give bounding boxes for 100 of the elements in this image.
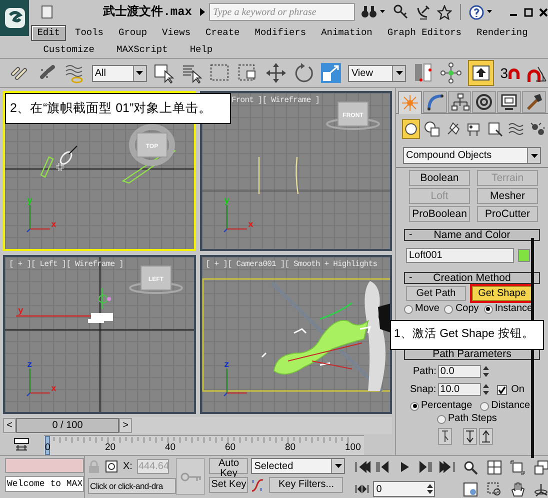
close-icon[interactable] (539, 8, 548, 16)
help-icon[interactable] (469, 4, 484, 20)
selection-filter-dropdown[interactable]: All (92, 64, 147, 82)
modify-tab[interactable] (422, 91, 447, 113)
menu-item[interactable]: Help (184, 42, 219, 58)
hierarchy-tab[interactable] (448, 91, 472, 113)
search-field[interactable]: Type a keyword or phrase (209, 3, 355, 21)
pick-icon (440, 430, 450, 443)
mirror-icon[interactable] (412, 62, 434, 84)
radio-button[interactable] (404, 304, 413, 314)
path-step-button[interactable] (463, 428, 477, 445)
next-frame-button[interactable]: > (119, 418, 132, 433)
menu-item[interactable]: Customize (37, 42, 100, 58)
key-mode-dropdown[interactable]: Selected (251, 458, 346, 474)
track-bar[interactable]: 0 20 40 60 80 100 (44, 434, 364, 454)
scale-icon[interactable] (320, 62, 342, 84)
menu-item[interactable]: Group (112, 24, 154, 40)
caret-icon[interactable] (200, 8, 205, 16)
path-step-button[interactable] (438, 428, 452, 445)
move-icon[interactable] (264, 62, 287, 84)
spinner-icon[interactable] (426, 482, 434, 496)
maximize-icon[interactable] (524, 8, 533, 16)
radio-button[interactable] (410, 402, 419, 410)
key-icon[interactable] (393, 4, 409, 20)
menu-item[interactable]: Graph Editors (381, 24, 468, 40)
region-zoom-icon[interactable] (486, 482, 502, 497)
pivot-icon[interactable] (440, 62, 462, 84)
rollout-header[interactable]: - Name and Color (404, 229, 540, 241)
next-frame-icon[interactable] (418, 461, 434, 473)
frame-field[interactable]: 0 (373, 481, 436, 497)
radio-button[interactable] (480, 402, 490, 410)
time-config-icon[interactable] (355, 484, 370, 494)
menu-item[interactable]: Views (156, 24, 197, 40)
radio-button[interactable] (437, 414, 446, 424)
magnet-icon[interactable] (508, 68, 520, 80)
document-icon[interactable] (41, 5, 54, 19)
radio-button[interactable] (444, 304, 454, 314)
menu-item[interactable]: Animation (315, 24, 378, 40)
go-to-end-icon[interactable] (439, 461, 456, 473)
method-button[interactable]: Get Path (406, 286, 466, 301)
display-tab[interactable] (497, 91, 522, 113)
time-marker[interactable] (45, 436, 50, 454)
listener-field[interactable]: Welcome to MAX (5, 476, 84, 492)
zoom-extents-all-icon[interactable] (534, 460, 548, 475)
radio-button[interactable] (484, 304, 493, 314)
caret-icon[interactable] (396, 71, 403, 75)
previous-frame-button[interactable]: < (3, 418, 16, 433)
rotate-icon[interactable] (292, 62, 314, 84)
path-step-button[interactable] (479, 428, 493, 445)
binoculars-icon[interactable] (361, 5, 377, 19)
key-tangent-icon[interactable] (251, 478, 266, 492)
frame-number: 40 (165, 442, 176, 452)
object-name-field[interactable]: Loft001 (406, 248, 514, 263)
category-button[interactable] (423, 119, 441, 139)
select-object-icon[interactable] (152, 62, 175, 84)
star-icon[interactable] (437, 4, 452, 20)
satellite-icon[interactable] (415, 4, 431, 20)
menu-item[interactable]: Create (200, 24, 246, 40)
object-type-button[interactable]: ProBoolean (409, 206, 470, 222)
zoom-all-icon[interactable] (486, 460, 502, 475)
caret-icon[interactable] (530, 154, 538, 158)
collapse-toggle[interactable]: - (409, 230, 412, 240)
field-of-view-icon[interactable] (463, 482, 478, 497)
category-dropdown[interactable]: Compound Objects (403, 147, 541, 164)
orbit-icon[interactable] (534, 482, 548, 497)
time-slider-thumb[interactable]: 0 / 100 (16, 418, 119, 433)
go-to-start-icon[interactable] (355, 461, 372, 473)
menu-item[interactable]: Tools (69, 24, 110, 40)
app-logo-icon[interactable] (0, 0, 30, 36)
key-filters-button[interactable]: Key Filters... (269, 477, 344, 493)
caret-icon[interactable] (487, 10, 492, 14)
path-field[interactable]: 0.0 (438, 365, 482, 378)
menu-item[interactable]: Modifiers (248, 24, 312, 40)
coordinate-system-dropdown[interactable]: View (348, 64, 406, 82)
category-button[interactable] (402, 119, 420, 139)
selection-icon[interactable] (105, 460, 118, 473)
object-type-button[interactable]: Boolean (409, 170, 470, 186)
snap-field[interactable]: 10.0 (438, 383, 482, 396)
pan-hand-icon[interactable] (510, 482, 526, 497)
motion-tab[interactable] (472, 91, 496, 113)
time-slider-track[interactable]: < 0 / 100 > (3, 417, 392, 434)
rollout-header[interactable]: - Creation Method (404, 272, 540, 284)
zoom-extents-icon[interactable] (510, 460, 526, 475)
object-type-button[interactable]: ProCutter (477, 206, 538, 222)
curve-editor-icon[interactable] (14, 438, 29, 451)
zoom-icon[interactable] (463, 460, 478, 475)
menu-item[interactable]: Rendering (470, 24, 534, 40)
menu-item[interactable]: Edit (31, 24, 66, 40)
color-swatch[interactable] (518, 249, 530, 262)
caret-icon[interactable] (334, 464, 342, 468)
collapse-toggle[interactable]: - (409, 273, 412, 283)
caret-icon[interactable] (136, 71, 144, 75)
toggle-button[interactable] (468, 60, 494, 86)
set-key-button[interactable]: Set Key (209, 477, 248, 493)
method-button[interactable]: Get Shape (472, 286, 532, 301)
caret-icon[interactable] (380, 10, 385, 14)
checkbox[interactable] (497, 384, 508, 394)
utilities-tab[interactable] (522, 91, 546, 113)
menu-item[interactable]: MAXScript (110, 42, 174, 58)
object-type-button[interactable]: Mesher (477, 188, 538, 204)
